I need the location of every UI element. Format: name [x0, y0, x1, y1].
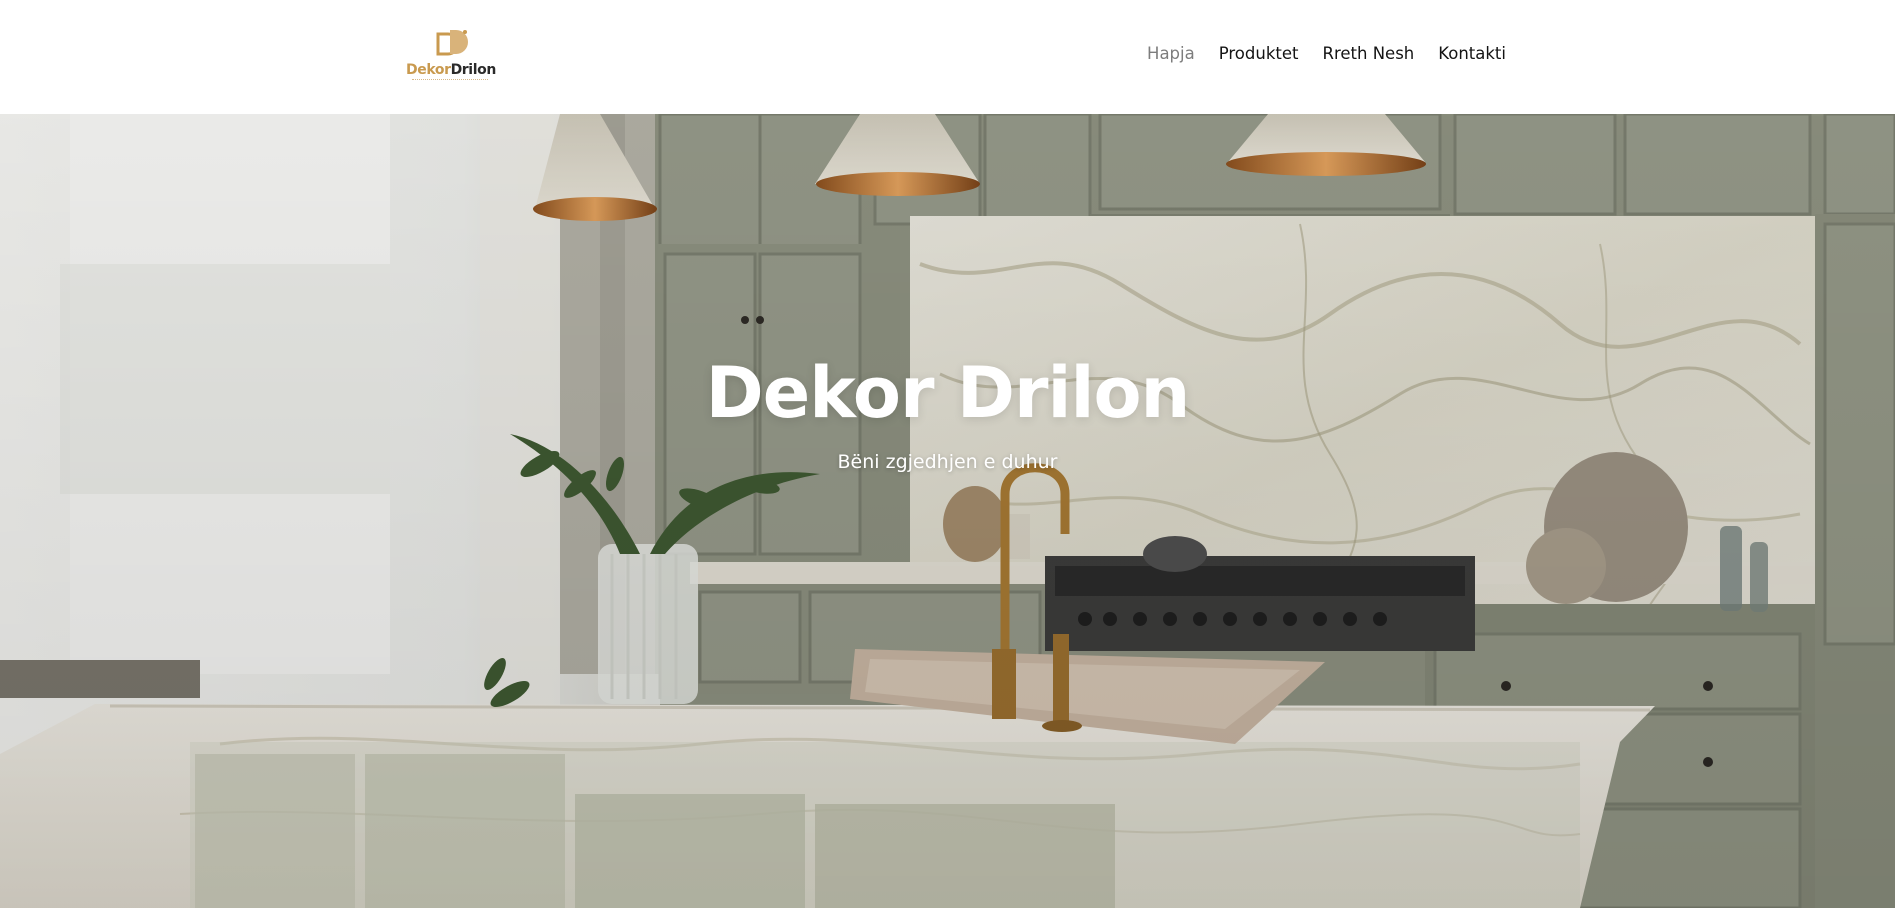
hero-kitchen-image [0, 114, 1895, 908]
main-nav: Hapja Produktet Rreth Nesh Kontakti [1123, 44, 1506, 63]
logo-divider [412, 79, 488, 82]
site-header: DekorDrilon Hapja Produktet Rreth Nesh K… [0, 0, 1895, 114]
logo-word-dekor: Dekor [406, 62, 451, 78]
hero-subtitle: Bëni zgjedhjen e duhur [837, 451, 1058, 473]
logo-mark-icon [436, 30, 468, 56]
logo[interactable]: DekorDrilon [404, 26, 496, 86]
logo-text: DekorDrilon [406, 62, 496, 78]
logo-word-drilon: Drilon [450, 62, 497, 78]
nav-item-rreth-nesh[interactable]: Rreth Nesh [1322, 44, 1414, 63]
nav-item-kontakti[interactable]: Kontakti [1438, 44, 1506, 63]
nav-item-hapja[interactable]: Hapja [1147, 44, 1195, 63]
nav-item-produktet[interactable]: Produktet [1219, 44, 1299, 63]
hero-title: Dekor Drilon [705, 352, 1191, 434]
hero-section: Dekor Drilon Bëni zgjedhjen e duhur [0, 114, 1895, 908]
